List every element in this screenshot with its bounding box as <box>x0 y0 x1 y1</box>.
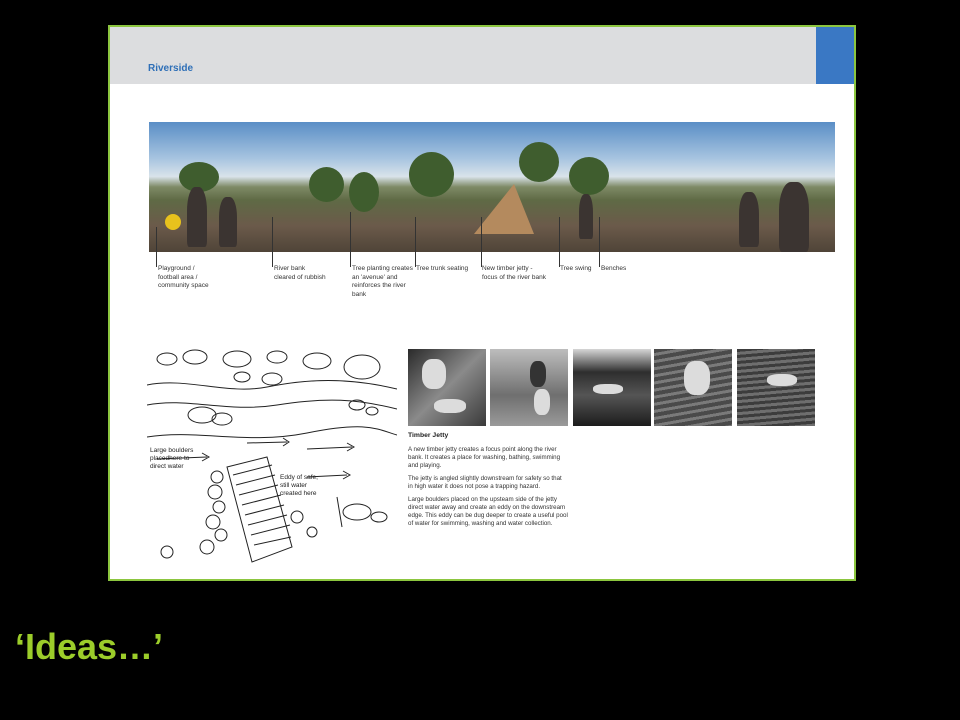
child-figure <box>219 197 237 247</box>
callout-tree-swing: Tree swing <box>560 265 592 272</box>
jetty-paragraph: A new timber jetty creates a focus point… <box>408 446 561 469</box>
football <box>165 214 181 230</box>
callout-tree-planting: Tree planting creates an 'avenue' and re… <box>352 265 413 298</box>
sketch-label-boulders: Large boulders placedhere to direct wate… <box>150 447 194 470</box>
tree <box>519 142 559 182</box>
tree <box>569 157 609 195</box>
tree <box>349 172 379 212</box>
tree <box>409 152 454 197</box>
panel-title: Riverside <box>148 63 194 74</box>
callout-playground: Playground / football area / community s… <box>158 265 209 289</box>
slide-caption: ‘Ideas…’ <box>15 626 164 667</box>
child-figure <box>779 182 809 252</box>
panel-header: Riverside <box>110 27 854 84</box>
jetty-illustration <box>474 184 534 234</box>
photo-swimming <box>737 349 815 426</box>
photo-jumping <box>573 349 651 426</box>
photo-water-collection <box>490 349 568 426</box>
jetty-paragraph: Large boulders placed on the upsteam sid… <box>408 496 568 527</box>
riverside-panorama-photo <box>149 122 835 252</box>
callout-timber-jetty: New timber jetty - focus of the river ba… <box>482 265 546 281</box>
timber-jetty-description: Timber Jetty A new timber jetty creates … <box>408 432 568 533</box>
person-figure <box>684 361 710 395</box>
photo-bathing <box>654 349 732 426</box>
child-figure <box>187 187 207 247</box>
person-figure <box>422 359 446 389</box>
jetty-paragraph: The jetty is angled slightly downstream … <box>408 475 562 490</box>
water-container <box>534 389 550 415</box>
person-figure <box>593 384 623 394</box>
slide-panel: Riverside Playground / football area / c… <box>108 25 856 581</box>
callout-river-bank: River bank cleared of rubbish <box>274 265 326 281</box>
jetty-title: Timber Jetty <box>408 432 449 439</box>
sketch-label-eddy: Eddy of safe, still water created here <box>280 474 318 497</box>
person-figure <box>579 194 593 239</box>
person-figure <box>530 361 546 387</box>
callout-tree-trunk-seating: Tree trunk seating <box>416 265 469 272</box>
person-figure <box>767 374 797 386</box>
header-accent-block <box>816 27 854 84</box>
child-figure <box>739 192 759 247</box>
callout-benches: Benches <box>601 265 627 272</box>
bowl <box>434 399 466 413</box>
photo-washing <box>408 349 486 426</box>
tree <box>309 167 344 202</box>
